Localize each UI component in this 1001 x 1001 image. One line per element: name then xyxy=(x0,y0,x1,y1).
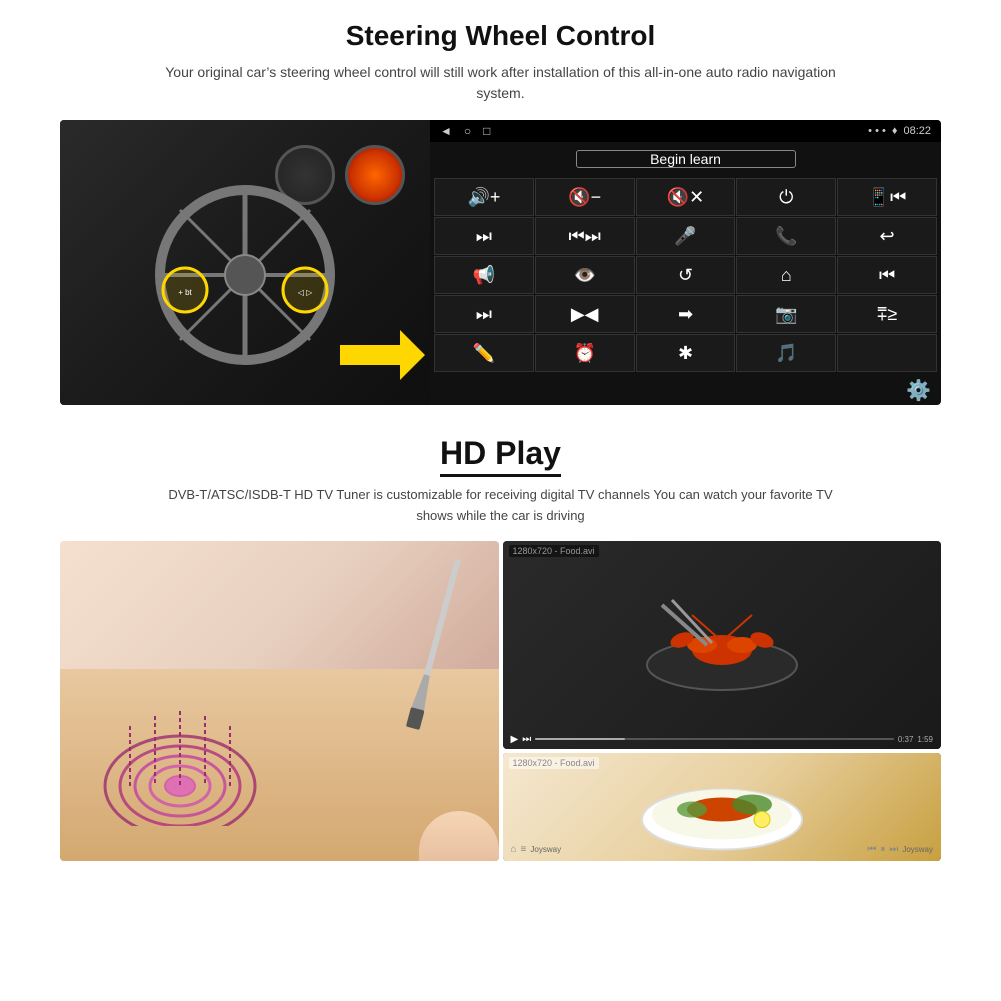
steering-image-container: + bt ◁ ▷ xyxy=(60,120,941,405)
icon-arrow-right[interactable]: ➡ xyxy=(636,295,736,333)
icon-bluetooth[interactable]: ✱ xyxy=(636,334,736,372)
location-icon: ♦ xyxy=(892,125,898,137)
video-controls-top: ▶ ⏭ 0:37 1:59 xyxy=(503,734,942,745)
home-bottom-icon: ⌂ xyxy=(511,844,517,855)
icon-vol-down[interactable]: 🔇− xyxy=(535,178,635,216)
icon-empty xyxy=(837,334,937,372)
icon-navigate[interactable]: ▶◀ xyxy=(535,295,635,333)
icon-camera[interactable]: 📷 xyxy=(736,295,836,333)
play-bottom-icon[interactable]: ⏸ xyxy=(880,844,885,855)
prev-bottom-icon[interactable]: ⏮ xyxy=(867,844,876,855)
home-nav-icon[interactable]: ○ xyxy=(464,124,471,138)
android-status-bar: • • • ♦ 08:22 xyxy=(868,125,931,137)
next-bottom-icon[interactable]: ⏭ xyxy=(889,844,898,855)
bottom-bar: ⌂ ≡ Joysway ⏮ ⏸ ⏭ Joysway xyxy=(503,844,942,855)
signal-icon: • • • xyxy=(868,125,886,137)
icon-music[interactable]: 🎵 xyxy=(736,334,836,372)
begin-learn-label: Begin learn xyxy=(650,151,721,167)
video-left[interactable] xyxy=(60,541,499,861)
yellow-arrow xyxy=(330,325,430,390)
time-right-top: 1:59 xyxy=(917,735,933,744)
icon-back[interactable]: ↺ xyxy=(636,256,736,294)
icon-home[interactable]: ⌂ xyxy=(736,256,836,294)
steering-title: Steering Wheel Control xyxy=(60,20,941,52)
brand-text: Joysway xyxy=(530,845,561,854)
svg-text:+ bt: + bt xyxy=(178,288,192,297)
settings-icon[interactable]: ⚙️ xyxy=(906,378,931,403)
gauge-right xyxy=(345,145,405,205)
lobster-visual-top: 1280x720 - Food.avi xyxy=(503,541,942,749)
bottom-icons-right: ⏮ ⏸ ⏭ Joysway xyxy=(867,844,933,855)
icon-prev-next[interactable]: ⏮⏭ xyxy=(535,217,635,255)
begin-learn-button[interactable]: Begin learn xyxy=(576,150,796,168)
steering-wheel-area: + bt ◁ ▷ xyxy=(60,120,430,405)
steering-subtitle: Your original car’s steering wheel contr… xyxy=(151,62,851,104)
icon-mic[interactable]: 🎤 xyxy=(636,217,736,255)
hd-play-section: HD Play DVB-T/ATSC/ISDB-T HD TV Tuner is… xyxy=(60,435,941,861)
progress-bar-top[interactable] xyxy=(535,738,894,740)
icon-grid: 🔊+ 🔇− 🔇✕ ⏻ 📱⏮ ⏭ ⏮⏭ 🎤 📞 ↩ 📢 👁️ ↺ ⌂ xyxy=(430,176,941,374)
hd-title-wrapper: HD Play xyxy=(60,435,941,485)
svg-text:◁ ▷: ◁ ▷ xyxy=(298,288,313,297)
android-nav-icons: ◄ ○ □ xyxy=(440,124,490,138)
video-right-top[interactable]: 1280x720 - Food.avi xyxy=(503,541,942,749)
settings-row: ⚙️ xyxy=(430,374,941,405)
brand-text2: Joysway xyxy=(902,845,933,854)
back-nav-icon[interactable]: ◄ xyxy=(440,124,452,138)
icon-pen[interactable]: ✏️ xyxy=(434,334,534,372)
onion-visual xyxy=(60,541,499,861)
time-left-top: 0:37 xyxy=(898,735,914,744)
icon-vol-up[interactable]: 🔊+ xyxy=(434,178,534,216)
android-screen: ◄ ○ □ • • • ♦ 08:22 Begin learn xyxy=(430,120,941,405)
play-icon-top[interactable]: ▶ xyxy=(511,734,519,745)
icon-hang-up[interactable]: ↩ xyxy=(837,217,937,255)
hd-play-subtitle: DVB-T/ATSC/ISDB-T HD TV Tuner is customi… xyxy=(161,485,841,527)
hd-play-title: HD Play xyxy=(440,435,561,477)
icon-skip-fwd[interactable]: ⏭ xyxy=(434,295,534,333)
icon-360[interactable]: 👁️ xyxy=(535,256,635,294)
steering-photo: + bt ◁ ▷ xyxy=(60,120,430,405)
icon-eq[interactable]: ⩱≥ xyxy=(837,295,937,333)
page-container: Steering Wheel Control Your original car… xyxy=(0,0,1001,871)
android-topbar: ◄ ○ □ • • • ♦ 08:22 xyxy=(430,120,941,142)
icon-phone-prev[interactable]: 📱⏮ xyxy=(837,178,937,216)
next-icon-top[interactable]: ⏭ xyxy=(522,734,531,745)
video-top-label: 1280x720 - Food.avi xyxy=(509,545,599,557)
icon-mute[interactable]: 🔇✕ xyxy=(636,178,736,216)
steering-wheel-svg: + bt ◁ ▷ xyxy=(150,180,340,375)
icon-clock[interactable]: ⏰ xyxy=(535,334,635,372)
steering-section: Steering Wheel Control Your original car… xyxy=(60,20,941,405)
lobster-visual-bottom: 1280x720 - Food.avi xyxy=(503,753,942,861)
video-bottom-label: 1280x720 - Food.avi xyxy=(509,757,599,769)
video-grid: 1280x720 - Food.avi xyxy=(60,541,941,861)
icon-next[interactable]: ⏭ xyxy=(434,217,534,255)
bottom-icons-left: ⌂ ≡ Joysway xyxy=(511,844,562,855)
icon-phone[interactable]: 📞 xyxy=(736,217,836,255)
time-display: 08:22 xyxy=(903,125,931,137)
video-right-bottom[interactable]: 1280x720 - Food.avi xyxy=(503,753,942,861)
recents-nav-icon[interactable]: □ xyxy=(483,124,490,138)
icon-power[interactable]: ⏻ xyxy=(736,178,836,216)
icon-skip-back[interactable]: ⏮ xyxy=(837,256,937,294)
list-bottom-icon: ≡ xyxy=(521,844,527,855)
icon-broadcast[interactable]: 📢 xyxy=(434,256,534,294)
